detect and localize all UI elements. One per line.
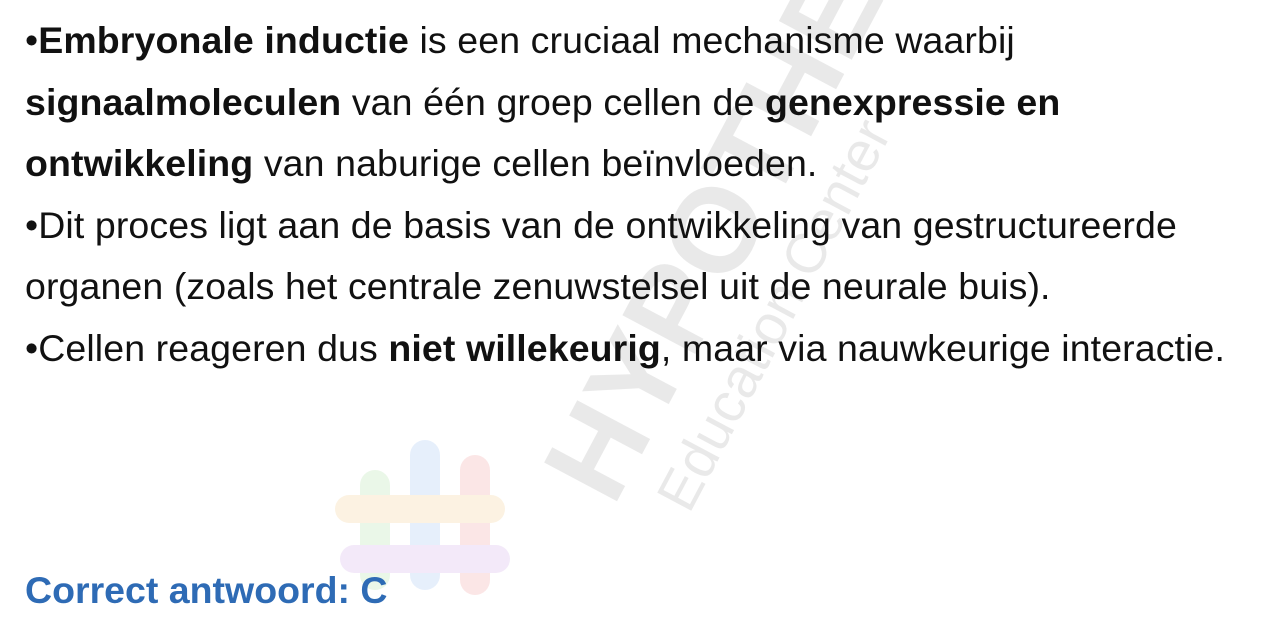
body-text: Dit proces ligt aan de basis van de ontw… (25, 203, 1177, 308)
body-text: is een cruciaal mechanisme waarbij (408, 19, 1015, 61)
bullet-marker: • (25, 326, 39, 369)
bullet-item-1: •Embryonale inductie is een cruciaal mec… (25, 10, 1275, 195)
bold-text: signaalmoleculen (25, 80, 342, 123)
bullet-item-3: •Cellen reageren dus niet willekeurig, m… (25, 318, 1275, 380)
slide-body: •Embryonale inductie is een cruciaal mec… (25, 10, 1275, 379)
body-text: , maar via nauwkeurige interactie. (660, 326, 1225, 369)
bullet-marker: • (25, 203, 39, 246)
correct-answer: Correct antwoord: C (25, 569, 388, 611)
body-text: Cellen reageren dus (38, 326, 389, 369)
bold-text: niet willekeurig (388, 326, 661, 369)
bold-text: Embryonale inductie (38, 19, 409, 61)
bullet-marker: • (25, 19, 39, 61)
body-text: van naburige cellen beïnvloeden. (253, 142, 818, 184)
body-text: van één groep cellen de (341, 80, 765, 123)
bullet-item-2: •Dit proces ligt aan de basis van de ont… (25, 195, 1275, 318)
